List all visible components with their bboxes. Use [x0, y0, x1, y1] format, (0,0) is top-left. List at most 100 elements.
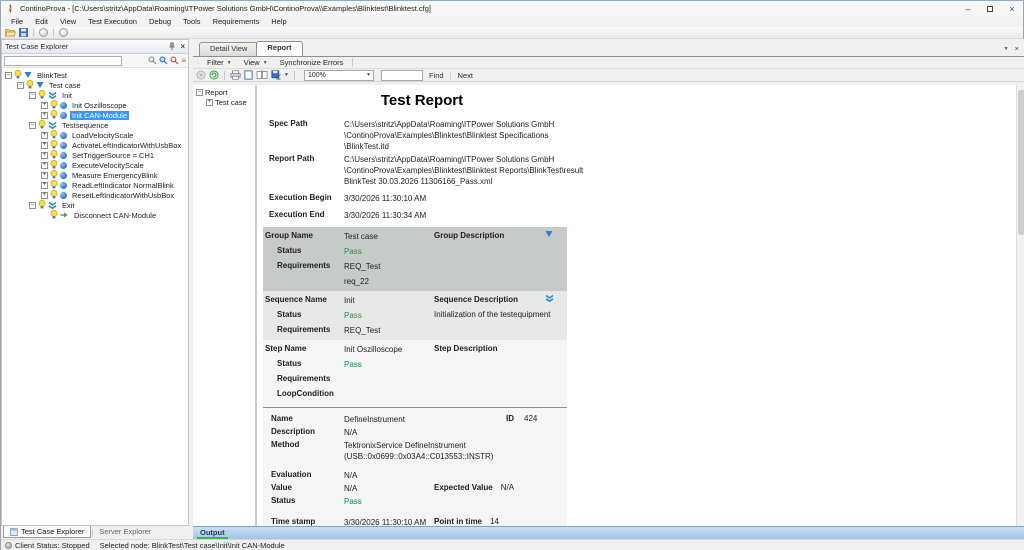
- menu-item-tools[interactable]: Tools: [177, 17, 207, 26]
- open-file-icon[interactable]: [5, 28, 16, 37]
- tree-item[interactable]: +ResetLeftIndicatorWithUsbBox: [2, 190, 188, 200]
- menu-item-debug[interactable]: Debug: [143, 17, 177, 26]
- expand-plus-icon[interactable]: +: [41, 112, 48, 119]
- chevrons-icon: [48, 121, 57, 130]
- bottom-tab-server-explorer[interactable]: Server Explorer: [93, 526, 157, 537]
- scrollbar-thumb[interactable]: [1018, 90, 1024, 235]
- pin-icon[interactable]: [168, 42, 176, 51]
- close-button[interactable]: ×: [1001, 2, 1023, 16]
- expand-plus-icon[interactable]: +: [41, 142, 48, 149]
- lightbulb-icon: [50, 170, 58, 179]
- tree-item[interactable]: +ReadLeftIndicator NormalBlink: [2, 180, 188, 190]
- find-icon[interactable]: [148, 56, 157, 65]
- tree-item[interactable]: +Init Oszilloscope: [2, 100, 188, 110]
- filterbar-synchronize-errors[interactable]: Synchronize Errors: [275, 58, 349, 67]
- chevrons-icon: [545, 294, 554, 303]
- close-document-icon[interactable]: ×: [1015, 44, 1019, 53]
- tab-detail-view[interactable]: Detail View: [199, 42, 258, 56]
- triangle-icon: [545, 230, 553, 238]
- expand-plus-icon[interactable]: +: [41, 102, 48, 109]
- expand-minus-icon[interactable]: −: [29, 202, 36, 209]
- tree-item[interactable]: −Exit: [2, 200, 188, 210]
- find-all-icon[interactable]: [159, 56, 168, 65]
- expand-minus-icon[interactable]: −: [29, 122, 36, 129]
- sphere-icon: [60, 172, 67, 179]
- page-layout-icon[interactable]: [244, 70, 253, 80]
- print-icon[interactable]: [230, 70, 241, 80]
- docmap-item[interactable]: −Report: [196, 87, 255, 97]
- docmap-item[interactable]: +Test case: [196, 97, 255, 107]
- menu-item-requirements[interactable]: Requirements: [207, 17, 266, 26]
- search-input[interactable]: [4, 56, 122, 66]
- tab-list-dropdown-icon[interactable]: ▼: [1004, 46, 1009, 52]
- tree-item[interactable]: +LoadVelocityScale: [2, 130, 188, 140]
- expand-plus-icon[interactable]: +: [206, 99, 213, 106]
- tree-item[interactable]: +Init CAN-Module: [2, 110, 188, 120]
- report-row: Time stamp3/30/2026 11:30:10 AMPoint in …: [263, 515, 567, 526]
- expand-minus-icon[interactable]: −: [5, 72, 12, 79]
- menu-item-help[interactable]: Help: [265, 17, 292, 26]
- tree-item[interactable]: +ActivateLeftIndicatorWithUsbBox: [2, 140, 188, 150]
- export-icon[interactable]: [271, 70, 281, 80]
- sphere-icon: [60, 162, 67, 169]
- zoom-combobox[interactable]: 100% ▼: [304, 70, 374, 81]
- menu-item-file[interactable]: File: [5, 17, 29, 26]
- bottom-tab-test-case-explorer[interactable]: Test Case Explorer: [3, 526, 91, 538]
- expand-plus-icon[interactable]: +: [41, 192, 48, 199]
- report-row-label: Status: [277, 310, 301, 319]
- menu-item-test-execution[interactable]: Test Execution: [82, 17, 143, 26]
- zoom-dropdown-icon: ▼: [366, 72, 371, 78]
- report-document: Test Report Spec PathC:\Users\stritz\App…: [257, 89, 587, 526]
- page-setup-icon[interactable]: [256, 70, 268, 80]
- vertical-scrollbar[interactable]: [1016, 85, 1024, 526]
- clear-find-icon[interactable]: [170, 56, 179, 65]
- menu-item-edit[interactable]: Edit: [29, 17, 54, 26]
- search-options-icon[interactable]: ≡: [181, 56, 186, 65]
- report-row-label: Status: [271, 496, 295, 505]
- tree-item-label: Init: [60, 91, 74, 100]
- find-next-button[interactable]: Next: [455, 71, 476, 80]
- restore-button[interactable]: [979, 2, 1001, 16]
- tree-item[interactable]: Disconnect CAN-Module: [2, 210, 188, 220]
- filterbar-view[interactable]: View▼: [239, 58, 273, 67]
- run-icon[interactable]: [39, 28, 48, 37]
- refresh-icon[interactable]: [209, 70, 219, 80]
- find-button[interactable]: Find: [426, 71, 447, 80]
- chevrons-icon[interactable]: [545, 294, 554, 305]
- expand-minus-icon[interactable]: −: [29, 92, 36, 99]
- tree-item[interactable]: +SetTriggerSource = CH1: [2, 150, 188, 160]
- triangle-icon[interactable]: [545, 230, 553, 240]
- record-icon[interactable]: [59, 28, 68, 37]
- tree-item[interactable]: −Test case: [2, 80, 188, 90]
- tree-item[interactable]: − Init: [2, 90, 188, 100]
- report-row: DescriptionN/A: [263, 425, 567, 438]
- tree-item[interactable]: −Testsequence: [2, 120, 188, 130]
- stop-icon[interactable]: [196, 70, 206, 80]
- report-title: Test Report: [257, 92, 587, 109]
- export-dropdown-icon[interactable]: ▼: [284, 72, 289, 78]
- output-bar[interactable]: Output: [193, 526, 1024, 539]
- menu-item-view[interactable]: View: [54, 17, 82, 26]
- tree-item[interactable]: +Measure EmergencyBlink: [2, 170, 188, 180]
- title-bar: ContinoProva - [C:\Users\stritz\AppData\…: [1, 1, 1023, 16]
- find-input[interactable]: [381, 70, 423, 81]
- expand-plus-icon[interactable]: +: [41, 152, 48, 159]
- sphere-icon: [60, 162, 67, 169]
- report-row: RequirementsREQ_Test: [263, 259, 567, 274]
- chevrons-icon: [48, 201, 57, 210]
- report-row-label: Method: [271, 440, 299, 449]
- tree-item[interactable]: −BlinkTest: [2, 70, 188, 80]
- output-tab[interactable]: Output: [197, 528, 228, 539]
- expand-plus-icon[interactable]: +: [41, 182, 48, 189]
- expand-minus-icon[interactable]: −: [196, 89, 203, 96]
- save-icon[interactable]: [19, 28, 28, 37]
- tab-report[interactable]: Report: [256, 41, 302, 56]
- expand-plus-icon[interactable]: +: [41, 172, 48, 179]
- expand-plus-icon[interactable]: +: [41, 162, 48, 169]
- close-panel-icon[interactable]: ×: [180, 42, 185, 51]
- minimize-button[interactable]: –: [957, 2, 979, 16]
- filterbar-filter[interactable]: Filter▼: [202, 58, 237, 67]
- tree-item[interactable]: +ExecuteVelocityScale: [2, 160, 188, 170]
- expand-minus-icon[interactable]: −: [17, 82, 24, 89]
- expand-plus-icon[interactable]: +: [41, 132, 48, 139]
